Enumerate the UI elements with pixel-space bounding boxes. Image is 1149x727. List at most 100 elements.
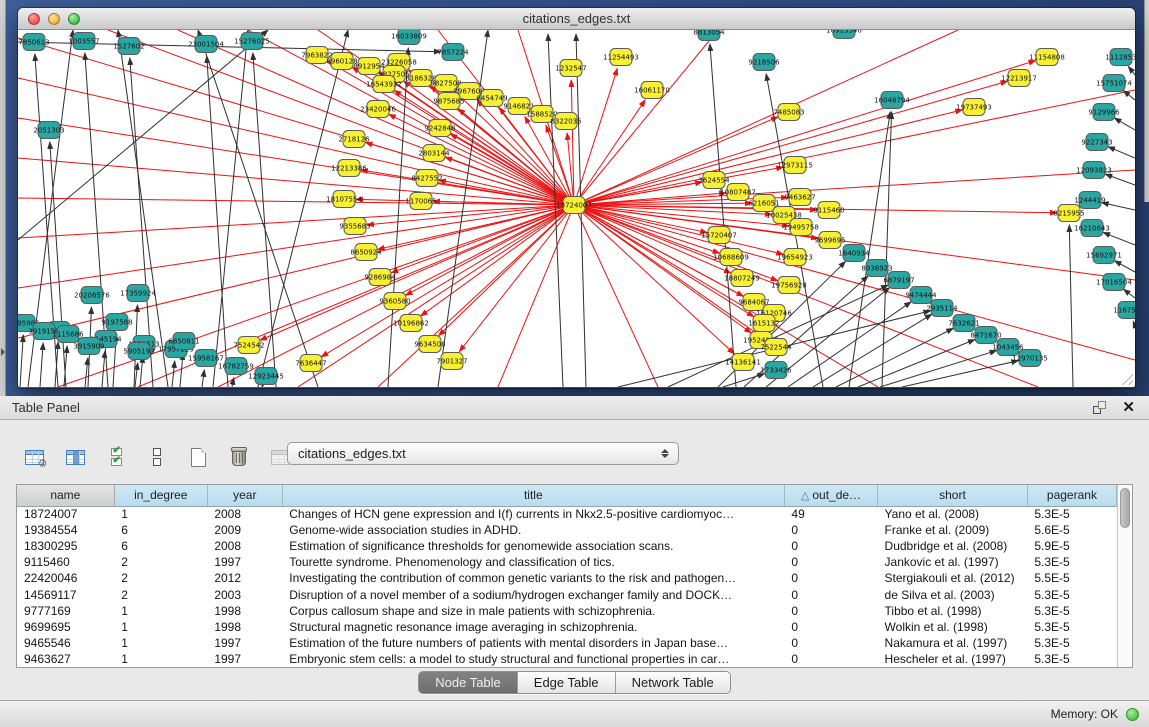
graph-node[interactable]: 6850811 — [168, 333, 199, 350]
graph-node[interactable]: 16913546 — [826, 30, 862, 39]
table-cell[interactable]: Investigating the contribution of common… — [282, 570, 784, 586]
graph-node[interactable]: 12213386 — [331, 160, 367, 177]
graph-node[interactable]: 1003557 — [68, 33, 99, 50]
graph-node[interactable]: 6879197 — [883, 272, 914, 289]
close-panel-icon[interactable]: ✕ — [1122, 401, 1135, 414]
graph-node[interactable]: 20206576 — [74, 287, 110, 304]
graph-node[interactable]: 2051303 — [33, 122, 64, 139]
table-cell[interactable]: 0 — [784, 635, 877, 651]
graph-node[interactable]: 8427552 — [411, 170, 442, 187]
table-cell[interactable]: Estimation of the future numbers of pati… — [282, 635, 784, 651]
graph-node[interactable]: 9699695 — [814, 232, 845, 249]
column-visibility-button[interactable] — [63, 444, 87, 470]
graph-node[interactable]: 3915909 — [73, 338, 104, 355]
table-cell[interactable]: Tibbo et al. (1998) — [878, 603, 1028, 619]
graph-node[interactable]: 7524542 — [233, 337, 264, 354]
table-cell[interactable]: 2 — [114, 554, 207, 570]
table-row[interactable]: 977716911998Corpus callosum shape and si… — [17, 603, 1117, 619]
graph-node[interactable]: 9634508 — [414, 336, 445, 353]
table-scrollbar[interactable] — [1117, 485, 1132, 667]
graph-node[interactable]: 15720407 — [701, 227, 737, 244]
graph-node[interactable]: 9218506 — [748, 54, 780, 71]
graph-node[interactable]: 1527602 — [113, 38, 144, 55]
citation-network-graph[interactable]: 1872400779638228960128891295423226058982… — [18, 30, 1135, 387]
graph-node[interactable]: 14136141 — [725, 354, 761, 371]
table-cell[interactable]: Disruption of a novel member of a sodium… — [282, 586, 784, 602]
table-cell[interactable]: 0 — [784, 586, 877, 602]
graph-node[interactable]: 1615132 — [748, 315, 779, 332]
table-cell[interactable]: 2003 — [207, 586, 282, 602]
graph-node[interactable]: 10688609 — [713, 249, 749, 266]
table-cell[interactable]: 5.3E-5 — [1027, 586, 1116, 602]
float-window-icon[interactable] — [1093, 401, 1106, 414]
graph-node[interactable]: 1167533 — [1113, 302, 1135, 319]
table-cell[interactable]: 2008 — [207, 538, 282, 554]
graph-node[interactable]: 7901327 — [436, 353, 467, 370]
table-cell[interactable]: 5.3E-5 — [1027, 635, 1116, 651]
table-cell[interactable]: 0 — [784, 651, 877, 667]
table-cell[interactable]: Embryonic stem cells: a model to study s… — [282, 651, 784, 667]
table-cell[interactable]: Estimation of significance thresholds fo… — [282, 538, 784, 554]
results-panel-edge[interactable] — [1144, 0, 1149, 202]
graph-node[interactable]: 5905193 — [123, 343, 154, 360]
graph-node[interactable]: 1232547 — [555, 60, 586, 77]
graph-node[interactable]: 8322035 — [550, 113, 581, 130]
graph-node[interactable]: 7522544 — [760, 339, 792, 356]
table-cell[interactable]: 5.3E-5 — [1027, 603, 1116, 619]
graph-node[interactable]: 9129966 — [1088, 104, 1120, 121]
table-cell[interactable]: 0 — [784, 570, 877, 586]
table-cell[interactable]: Wolkin et al. (1998) — [878, 619, 1028, 635]
table-cell[interactable]: 0 — [784, 603, 877, 619]
graph-node[interactable]: 16048794 — [874, 92, 910, 109]
graph-node[interactable]: 7857224 — [437, 44, 469, 61]
graph-node[interactable]: 10196862 — [393, 315, 429, 332]
table-cell[interactable]: 22420046 — [17, 570, 114, 586]
table-cell[interactable]: 2 — [114, 586, 207, 602]
graph-node[interactable]: 7485083 — [773, 104, 804, 121]
graph-node[interactable]: 15692971 — [1086, 247, 1122, 264]
table-cell[interactable]: 5.9E-5 — [1027, 538, 1116, 554]
graph-node[interactable]: 9355683 — [339, 218, 370, 235]
graph-node[interactable]: 2718126 — [338, 131, 370, 148]
table-cell[interactable]: 5.3E-5 — [1027, 506, 1116, 522]
table-cell[interactable]: Yano et al. (2008) — [878, 506, 1028, 522]
table-row[interactable]: 1830029562008Estimation of significance … — [17, 538, 1117, 554]
graph-node[interactable]: 12213917 — [1001, 70, 1037, 87]
table-cell[interactable]: Stergiakouli et al. (2012) — [878, 570, 1028, 586]
graph-node[interactable]: 16210643 — [1074, 220, 1110, 237]
graph-node[interactable]: 9875685 — [433, 93, 464, 110]
table-cell[interactable]: Nakamura et al. (1997) — [878, 635, 1028, 651]
graph-node[interactable]: 7632621 — [948, 315, 979, 332]
graph-node[interactable]: 1733426 — [760, 362, 792, 379]
tab-edge-table[interactable]: Edge Table — [518, 672, 616, 693]
table-cell[interactable]: Structural magnetic resonance image aver… — [282, 619, 784, 635]
table-cell[interactable]: 1 — [114, 506, 207, 522]
table-cell[interactable]: 1997 — [207, 554, 282, 570]
graph-node[interactable]: 23001504 — [188, 36, 224, 53]
graph-node[interactable]: 9286984 — [364, 269, 396, 286]
close-window-icon[interactable] — [28, 13, 40, 25]
table-cell[interactable]: 5.3E-5 — [1027, 554, 1116, 570]
graph-node[interactable]: 18107554 — [326, 191, 362, 208]
panel-expand-arrow-icon[interactable] — [1, 348, 5, 356]
row-height-button[interactable] — [145, 444, 169, 470]
graph-node[interactable]: 16033809 — [391, 30, 427, 45]
table-cell[interactable]: 1997 — [207, 651, 282, 667]
graph-node[interactable]: 15751074 — [1096, 75, 1132, 92]
graph-node[interactable]: 1640934 — [838, 245, 870, 262]
graph-node[interactable]: 9242848 — [424, 120, 455, 137]
table-row[interactable]: 969969511998Structural magnetic resonanc… — [17, 619, 1117, 635]
table-cell[interactable]: Tourette syndrome. Phenomenology and cla… — [282, 554, 784, 570]
table-cell[interactable]: 2009 — [207, 522, 282, 538]
table-row[interactable]: 946362711997Embryonic stem cells: a mode… — [17, 651, 1117, 667]
network-canvas[interactable]: 1872400779638228960128891295423226058982… — [18, 30, 1135, 387]
scrollbar-thumb[interactable] — [1120, 488, 1130, 528]
table-cell[interactable]: 6 — [114, 538, 207, 554]
table-cell[interactable]: 14569117 — [17, 586, 114, 602]
graph-node[interactable]: 11254493 — [603, 49, 639, 66]
table-cell[interactable]: 2012 — [207, 570, 282, 586]
column-header-name[interactable]: name — [17, 485, 114, 506]
table-cell[interactable]: 1 — [114, 603, 207, 619]
graph-node[interactable]: 7850613 — [18, 34, 49, 51]
table-cell[interactable]: 1997 — [207, 635, 282, 651]
